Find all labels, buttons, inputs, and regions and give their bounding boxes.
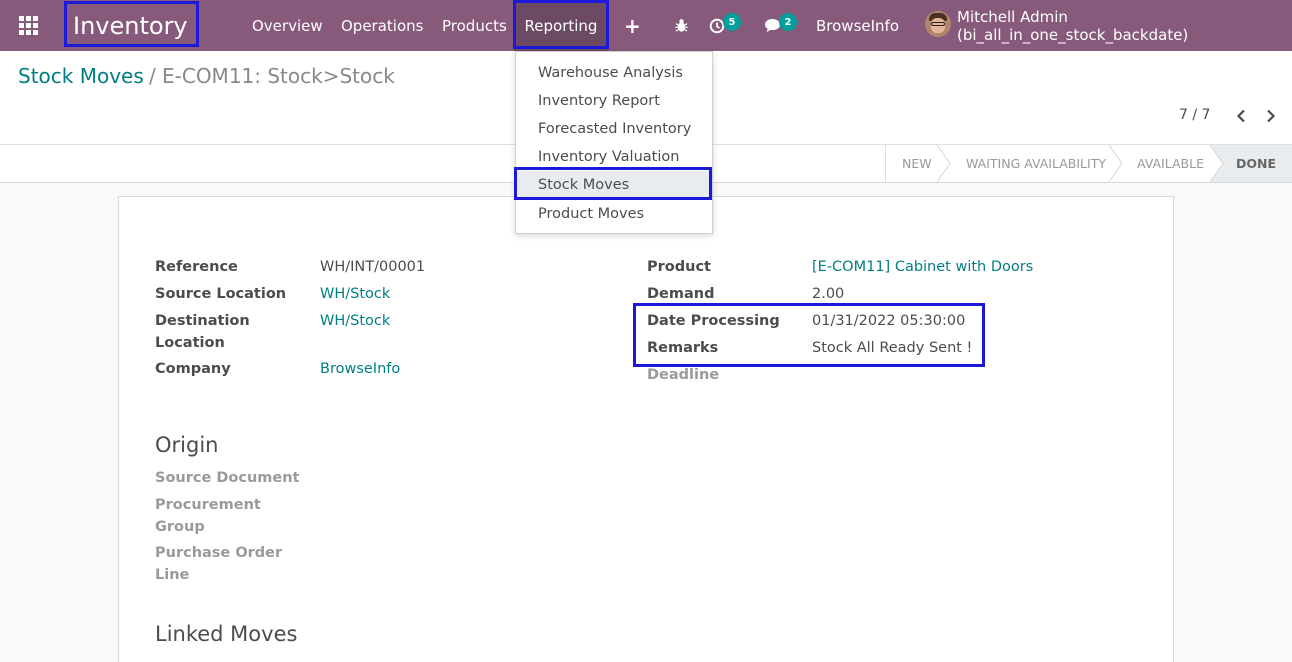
origin-section-title: Origin (155, 433, 219, 457)
pager-previous-icon[interactable] (1231, 103, 1251, 129)
breadcrumb-current: E-COM11: Stock>Stock (162, 64, 395, 88)
breadcrumb-parent-link[interactable]: Stock Moves (18, 64, 144, 88)
value-product[interactable]: [E-COM11] Cabinet with Doors (812, 256, 1033, 278)
dropdown-item-warehouse-analysis[interactable]: Warehouse Analysis (516, 59, 712, 87)
pager-value[interactable]: 7 / 7 (1179, 107, 1210, 123)
label-demand: Demand (647, 286, 715, 302)
dropdown-item-product-moves[interactable]: Product Moves (516, 200, 712, 228)
value-destination-location[interactable]: WH/Stock (320, 310, 390, 332)
menu-operations[interactable]: Operations (341, 0, 423, 51)
activity-clock-icon[interactable] (709, 0, 725, 51)
label-reference: Reference (155, 259, 238, 275)
activity-count-badge: 5 (723, 13, 741, 31)
label-date-processing: Date Processing (647, 313, 780, 329)
stage-waiting-availability[interactable]: WAITING AVAILABILITY (966, 145, 1106, 182)
menu-reporting[interactable]: Reporting (514, 0, 608, 51)
menu-overview[interactable]: Overview (252, 0, 323, 51)
messages-icon[interactable] (764, 0, 781, 51)
message-count-badge: 2 (779, 13, 797, 31)
quick-create-icon[interactable]: + (624, 0, 641, 51)
dropdown-item-inventory-valuation[interactable]: Inventory Valuation (516, 143, 712, 171)
value-source-location[interactable]: WH/Stock (320, 283, 390, 305)
stage-new[interactable]: NEW (902, 145, 932, 182)
dropdown-item-inventory-report[interactable]: Inventory Report (516, 87, 712, 115)
label-company: Company (155, 361, 231, 377)
breadcrumb-separator: / (149, 64, 156, 88)
value-company[interactable]: BrowseInfo (320, 358, 400, 380)
user-menu[interactable]: Mitchell Admin (bi_all_in_one_stock_back… (957, 0, 1292, 51)
company-switcher[interactable]: BrowseInfo (816, 0, 899, 51)
value-date-processing[interactable]: 01/31/2022 05:30:00 (812, 310, 965, 332)
dropdown-item-forecasted-inventory[interactable]: Forecasted Inventory (516, 115, 712, 143)
value-demand: 2.00 (812, 286, 845, 302)
app-brand[interactable]: Inventory (73, 0, 188, 51)
label-source-document: Source Document (155, 470, 300, 486)
apps-menu-icon[interactable] (14, 0, 42, 51)
label-source-location: Source Location (155, 286, 287, 302)
stage-available[interactable]: AVAILABLE (1137, 145, 1204, 182)
label-procurement-group: Procurement Group (155, 497, 261, 535)
label-remarks: Remarks (647, 340, 719, 356)
label-purchase-order-line: Purchase Order Line (155, 545, 283, 583)
menu-products[interactable]: Products (442, 0, 507, 51)
label-destination-location: Destination Location (155, 313, 250, 351)
value-reference: WH/INT/00001 (320, 259, 426, 275)
reporting-dropdown: Warehouse Analysis Inventory Report Fore… (515, 51, 713, 234)
linked-moves-section-title: Linked Moves (155, 622, 298, 646)
user-avatar[interactable] (925, 11, 951, 37)
dropdown-item-stock-moves[interactable]: Stock Moves (516, 171, 712, 199)
pager-next-icon[interactable] (1261, 103, 1281, 129)
label-deadline: Deadline (647, 367, 720, 383)
debug-icon[interactable] (674, 0, 689, 51)
label-product: Product (647, 259, 711, 275)
top-navbar: Inventory Overview Operations Products R… (0, 0, 1292, 51)
value-remarks[interactable]: Stock All Ready Sent ! (812, 337, 972, 359)
